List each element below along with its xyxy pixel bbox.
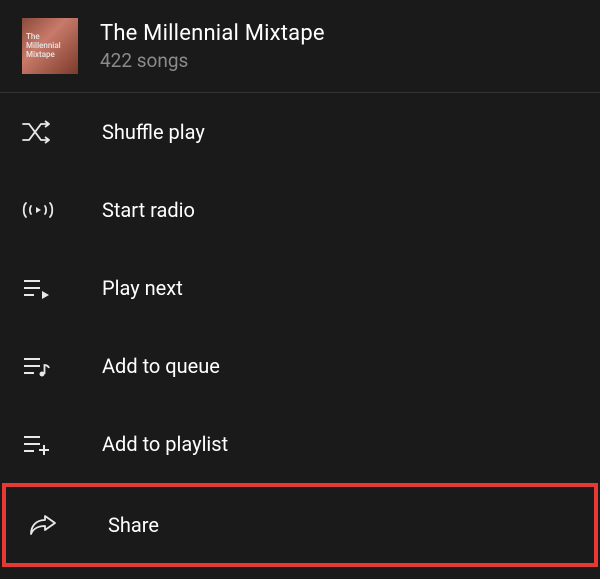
add-to-queue-item[interactable]: Add to queue [0,327,600,405]
share-item[interactable]: Share [2,483,598,567]
playlist-song-count: 422 songs [100,49,325,72]
context-menu: Shuffle play Start radio Play next [0,93,600,567]
playlist-header: The Millennial Mixtape The Millennial Mi… [0,0,600,93]
album-art-overlay-text: The Millennial Mixtape [26,32,61,59]
play-next-icon [22,277,66,299]
add-to-queue-label: Add to queue [102,354,220,378]
play-next-item[interactable]: Play next [0,249,600,327]
radio-icon [22,198,66,222]
start-radio-label: Start radio [102,198,195,222]
shuffle-play-item[interactable]: Shuffle play [0,93,600,171]
album-art-thumbnail: The Millennial Mixtape [22,18,78,74]
play-next-label: Play next [102,276,183,300]
queue-icon [22,355,66,377]
shuffle-icon [22,119,66,145]
share-icon [28,513,72,537]
playlist-header-text: The Millennial Mixtape 422 songs [100,21,325,72]
add-to-playlist-item[interactable]: Add to playlist [0,405,600,483]
shuffle-play-label: Shuffle play [102,120,205,144]
playlist-add-icon [22,433,66,455]
playlist-title: The Millennial Mixtape [100,21,325,46]
share-label: Share [108,513,159,537]
start-radio-item[interactable]: Start radio [0,171,600,249]
add-to-playlist-label: Add to playlist [102,432,228,456]
